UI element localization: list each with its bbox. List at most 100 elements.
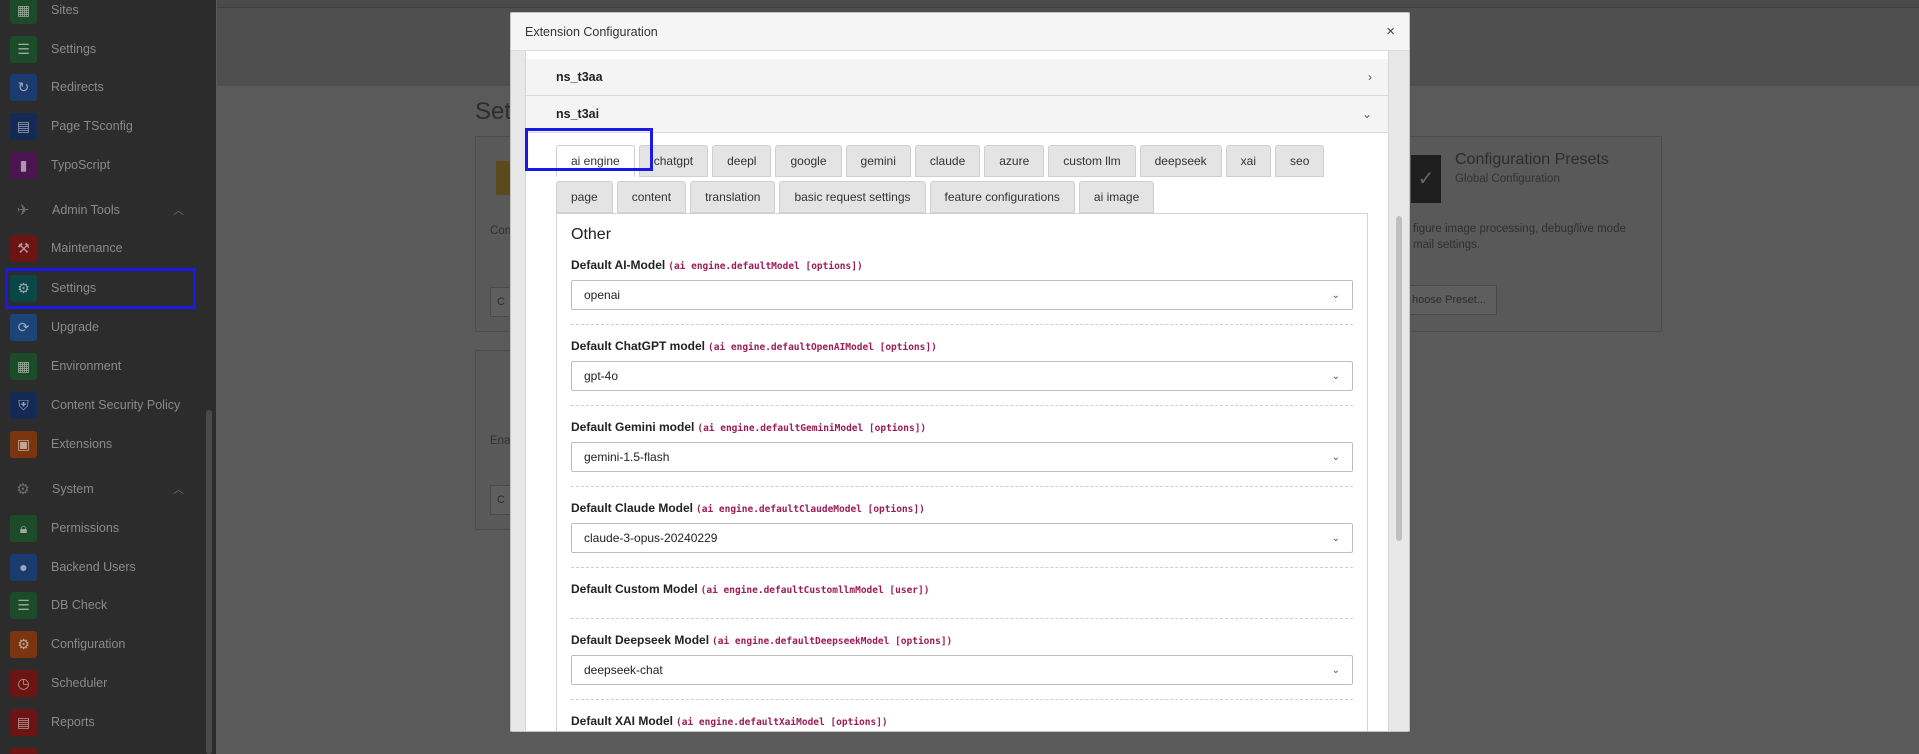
field-label: Default Deepseek Model (ai engine.default… [571, 633, 1353, 647]
modal-scrollbar[interactable] [1396, 216, 1402, 541]
card-configuration-presets: ✓ Configuration Presets Global Configura… [1400, 136, 1662, 332]
extension-configuration-modal: Extension Configuration × ns_t3aa › ns_t… [510, 12, 1410, 732]
module-icon [10, 747, 37, 754]
field-default-claude-model: Default Claude Model (ai engine.defaultCl… [571, 501, 1353, 568]
card-button[interactable]: C [490, 287, 512, 317]
sidebar-item-label: Scheduler [51, 676, 108, 690]
sidebar-item-page-tsconfig[interactable]: ▤ Page TSconfig [10, 111, 194, 141]
tab-gemini[interactable]: gemini [845, 145, 911, 177]
sidebar-item-extensions[interactable]: ▣ Extensions [10, 429, 194, 459]
sidebar-item-label: Upgrade [51, 320, 99, 334]
field-default-xai-model: Default XAI Model (ai engine.defaultXaiMo… [571, 714, 1353, 731]
sidebar-item-label: Settings [51, 42, 97, 56]
config-tabs: ai engine chatgpt deepl google gemini cl… [526, 133, 1388, 213]
wrench-icon: ⚒ [10, 234, 37, 262]
field-label-text: Default XAI Model [571, 714, 674, 728]
tab-feature-configurations[interactable]: feature configurations [929, 181, 1075, 213]
accordion-label: ns_t3ai [556, 107, 600, 121]
reports-icon: ▤ [10, 708, 37, 736]
field-label: Default Gemini model (ai engine.defaultGe… [571, 420, 1353, 434]
accordion-label: ns_t3aa [556, 70, 603, 84]
chevron-down-icon: ⌄ [1331, 664, 1340, 676]
default-chatgpt-model-select[interactable]: gpt-4o ⌄ [571, 361, 1353, 391]
field-label: Default Claude Model (ai engine.defaultCl… [571, 501, 1353, 515]
panel-heading: Other [571, 226, 612, 243]
field-label-text: Default Custom Model [571, 582, 698, 596]
default-claude-model-select[interactable]: claude-3-opus-20240229 ⌄ [571, 523, 1353, 553]
sidebar-group-system[interactable]: ⚙ System ︿ [14, 476, 184, 502]
tab-claude[interactable]: claude [914, 145, 981, 177]
highlight-box [5, 268, 196, 309]
sidebar-group-label: Admin Tools [52, 203, 120, 217]
tab-azure[interactable]: azure [984, 145, 1045, 177]
redirects-icon: ↻ [10, 73, 37, 101]
tab-page[interactable]: page [556, 181, 613, 213]
sidebar-item-settings[interactable]: ☰ Settings [10, 34, 194, 64]
sidebar-item-partial[interactable] [10, 746, 194, 754]
sidebar-scrollbar[interactable] [206, 410, 212, 754]
sidebar-item-environment[interactable]: ▦ Environment [10, 351, 194, 381]
sidebar-group-admin-tools[interactable]: ✈ Admin Tools ︿ [14, 197, 184, 223]
field-key: (ai engine.defaultClaudeModel [options]) [696, 504, 925, 515]
tab-custom-llm[interactable]: custom llm [1048, 145, 1136, 177]
accordion-item-ns-t3ai[interactable]: ns_t3ai ⌄ [526, 96, 1388, 133]
sidebar-item-label: Maintenance [51, 241, 123, 255]
default-deepseek-model-select[interactable]: deepseek-chat ⌄ [571, 655, 1353, 685]
field-key: (ai engine.defaultModel [options]) [668, 261, 863, 272]
sidebar-item-upgrade[interactable]: ⟳ Upgrade [10, 312, 194, 342]
sites-icon: ▦ [10, 0, 37, 24]
default-gemini-model-select[interactable]: gemini-1.5-flash ⌄ [571, 442, 1353, 472]
sidebar-item-scheduler[interactable]: ◷ Scheduler [10, 668, 194, 698]
sidebar-item-reports[interactable]: ▤ Reports [10, 707, 194, 737]
chevron-down-icon: ⌄ [1361, 107, 1372, 121]
sidebar-item-redirects[interactable]: ↻ Redirects [10, 72, 194, 102]
page-title: Set [475, 98, 512, 125]
field-key: (ai engine.defaultGeminiModel [options]) [697, 423, 927, 434]
tab-google[interactable]: google [775, 145, 842, 177]
card-subtitle: Global Configuration [1455, 173, 1560, 185]
default-ai-model-select[interactable]: openai ⌄ [571, 280, 1353, 310]
sidebar-item-maintenance[interactable]: ⚒ Maintenance [10, 233, 194, 263]
modal-title: Extension Configuration [525, 24, 658, 39]
tab-content[interactable]: content [616, 181, 687, 213]
tab-translation[interactable]: translation [690, 181, 776, 213]
field-key: (ai engine.defaultDeepseekModel [options… [712, 636, 953, 647]
sidebar-item-label: Environment [51, 359, 122, 373]
chevron-up-icon: ︿ [173, 205, 184, 217]
field-key: (ai engine.defaultCustomllmModel [user]) [700, 585, 930, 596]
chevron-up-icon: ︿ [173, 484, 184, 496]
field-label: Default XAI Model (ai engine.defaultXaiMo… [571, 714, 1353, 728]
tab-xai[interactable]: xai [1225, 145, 1272, 177]
select-value: openai [584, 288, 621, 302]
typoscript-icon: ▮ [10, 151, 37, 179]
select-value: gpt-4o [584, 369, 619, 383]
page-tsconfig-icon: ▤ [10, 112, 37, 140]
tab-deepseek[interactable]: deepseek [1139, 145, 1222, 177]
sidebar-item-backend-users[interactable]: ● Backend Users [10, 552, 194, 582]
tab-basic-request-settings[interactable]: basic request settings [779, 181, 926, 213]
card-button[interactable]: C [490, 485, 512, 515]
chevron-down-icon: ⌄ [1331, 289, 1340, 301]
sidebar-item-sites[interactable]: ▦ Sites [10, 0, 194, 25]
accordion-item-ns-t3aa[interactable]: ns_t3aa › [526, 59, 1388, 96]
chevron-down-icon: ⌄ [1331, 532, 1340, 544]
field-default-deepseek-model: Default Deepseek Model (ai engine.default… [571, 633, 1353, 700]
field-default-chatgpt-model: Default ChatGPT model (ai engine.defaultO… [571, 339, 1353, 406]
tab-deepl[interactable]: deepl [712, 145, 772, 177]
sidebar-item-content-security-policy[interactable]: ⛨ Content Security Policy [10, 390, 194, 420]
field-label-text: Default Deepseek Model [571, 633, 710, 647]
chevron-down-icon: ⌄ [1331, 370, 1340, 382]
sidebar-item-typoscript[interactable]: ▮ TypoScript [10, 150, 194, 180]
tab-seo[interactable]: seo [1275, 145, 1325, 177]
choose-preset-button[interactable]: hoose Preset... [1401, 285, 1497, 315]
chevron-down-icon: ⌄ [1331, 451, 1340, 463]
sidebar-item-configuration[interactable]: ⚙ Configuration [10, 629, 194, 659]
tab-panel-ai-engine: Other Default AI-Model (ai engine.default… [556, 213, 1368, 731]
presets-icon: ✓ [1411, 155, 1441, 203]
sidebar-item-permissions[interactable]: 🔒︎ Permissions [10, 513, 194, 543]
sidebar: ▦ Sites ☰ Settings ↻ Redirects ▤ Page TS… [0, 0, 216, 754]
topbar [217, 0, 1919, 8]
close-icon[interactable]: × [1386, 23, 1395, 40]
tab-ai-image[interactable]: ai image [1078, 181, 1155, 213]
sidebar-item-db-check[interactable]: ☰ DB Check [10, 590, 194, 620]
